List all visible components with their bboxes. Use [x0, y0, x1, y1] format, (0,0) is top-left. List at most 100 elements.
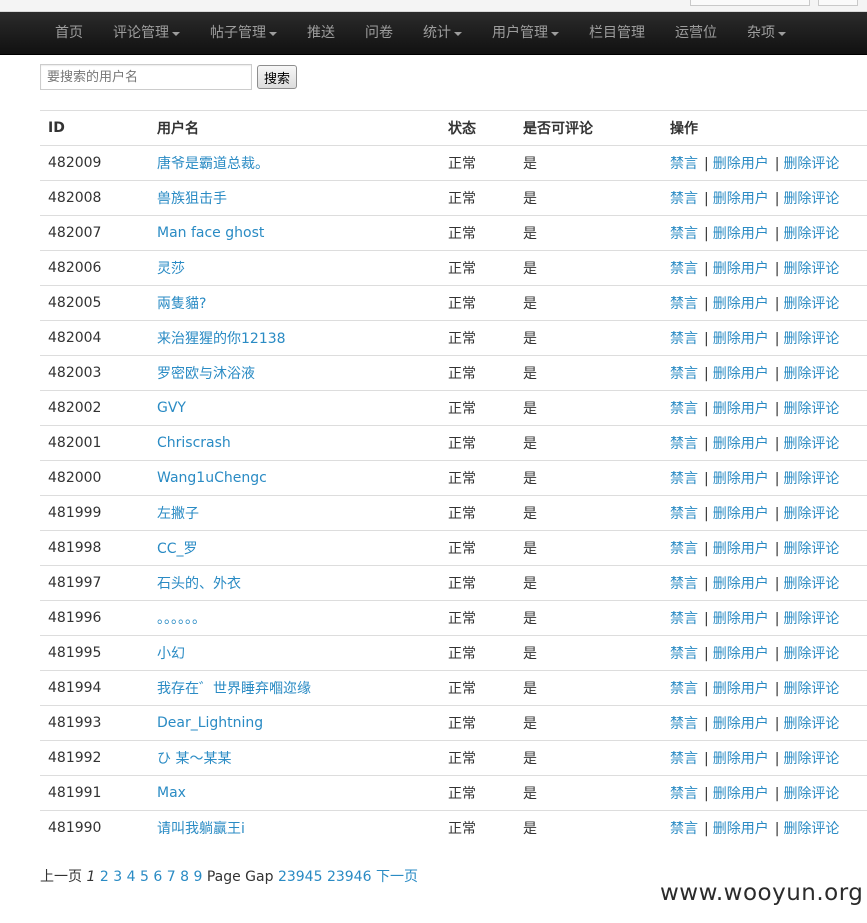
username-link[interactable]: 小幻	[157, 646, 185, 662]
username-link[interactable]: ひ 某～某某	[157, 751, 231, 767]
page-link[interactable]: 7	[167, 869, 176, 885]
delete-user-link[interactable]: 删除用户	[713, 751, 769, 767]
ban-link[interactable]: 禁言	[670, 331, 698, 347]
username-link[interactable]: 灵莎	[157, 261, 185, 277]
ban-link[interactable]: 禁言	[670, 261, 698, 277]
delete-user-link[interactable]: 删除用户	[713, 226, 769, 242]
delete-comments-link[interactable]: 删除评论	[783, 716, 839, 732]
username-link[interactable]: 来治猩猩的你12138	[157, 331, 286, 347]
page-link[interactable]: 23945	[278, 869, 323, 885]
delete-user-link[interactable]: 删除用户	[713, 611, 769, 627]
delete-user-link[interactable]: 删除用户	[713, 261, 769, 277]
nav-item-3[interactable]: 推送	[292, 12, 350, 55]
page-link[interactable]: 23946	[327, 869, 372, 885]
delete-comments-link[interactable]: 删除评论	[783, 296, 839, 312]
ban-link[interactable]: 禁言	[670, 506, 698, 522]
delete-comments-link[interactable]: 删除评论	[783, 506, 839, 522]
next-page-link[interactable]: 下一页	[376, 869, 418, 885]
ban-link[interactable]: 禁言	[670, 156, 698, 172]
delete-comments-link[interactable]: 删除评论	[783, 226, 839, 242]
page-link[interactable]: 5	[140, 869, 149, 885]
ban-link[interactable]: 禁言	[670, 191, 698, 207]
delete-user-link[interactable]: 删除用户	[713, 436, 769, 452]
nav-item-1[interactable]: 评论管理	[98, 12, 195, 55]
ban-link[interactable]: 禁言	[670, 786, 698, 802]
delete-user-link[interactable]: 删除用户	[713, 331, 769, 347]
page-link[interactable]: 2	[100, 869, 109, 885]
delete-comments-link[interactable]: 删除评论	[783, 261, 839, 277]
delete-user-link[interactable]: 删除用户	[713, 716, 769, 732]
delete-comments-link[interactable]: 删除评论	[783, 156, 839, 172]
username-link[interactable]: CC_罗	[157, 541, 198, 557]
ban-link[interactable]: 禁言	[670, 436, 698, 452]
page-link[interactable]: 3	[113, 869, 122, 885]
delete-comments-link[interactable]: 删除评论	[783, 541, 839, 557]
delete-user-link[interactable]: 删除用户	[713, 576, 769, 592]
page-link[interactable]: 6	[153, 869, 162, 885]
delete-comments-link[interactable]: 删除评论	[783, 576, 839, 592]
username-search-input[interactable]	[40, 64, 252, 90]
delete-user-link[interactable]: 删除用户	[713, 471, 769, 487]
username-link[interactable]: 兩隻貓?	[157, 296, 206, 312]
delete-user-link[interactable]: 删除用户	[713, 541, 769, 557]
delete-comments-link[interactable]: 删除评论	[783, 436, 839, 452]
page-link[interactable]: 8	[180, 869, 189, 885]
page-link[interactable]: 9	[193, 869, 202, 885]
nav-item-5[interactable]: 统计	[408, 12, 477, 55]
nav-item-8[interactable]: 运营位	[660, 12, 732, 55]
nav-item-7[interactable]: 栏目管理	[574, 12, 660, 55]
username-link[interactable]: Max	[157, 785, 186, 801]
ban-link[interactable]: 禁言	[670, 716, 698, 732]
delete-comments-link[interactable]: 删除评论	[783, 191, 839, 207]
nav-item-2[interactable]: 帖子管理	[195, 12, 292, 55]
delete-comments-link[interactable]: 删除评论	[783, 821, 839, 837]
search-button[interactable]: 搜索	[257, 65, 298, 89]
username-link[interactable]: 兽族狙击手	[157, 191, 227, 207]
ban-link[interactable]: 禁言	[670, 401, 698, 417]
username-link[interactable]: 罗密欧与沐浴液	[157, 366, 255, 382]
ban-link[interactable]: 禁言	[670, 471, 698, 487]
delete-user-link[interactable]: 删除用户	[713, 786, 769, 802]
ban-link[interactable]: 禁言	[670, 751, 698, 767]
nav-item-6[interactable]: 用户管理	[477, 12, 574, 55]
username-link[interactable]: GVY	[157, 400, 186, 416]
delete-user-link[interactable]: 删除用户	[713, 821, 769, 837]
delete-comments-link[interactable]: 删除评论	[783, 786, 839, 802]
username-link[interactable]: Wang1uChengc	[157, 470, 267, 486]
prev-page-label[interactable]: 上一页	[40, 869, 82, 885]
delete-user-link[interactable]: 删除用户	[713, 401, 769, 417]
ban-link[interactable]: 禁言	[670, 296, 698, 312]
ban-link[interactable]: 禁言	[670, 576, 698, 592]
delete-comments-link[interactable]: 删除评论	[783, 646, 839, 662]
delete-comments-link[interactable]: 删除评论	[783, 611, 839, 627]
delete-comments-link[interactable]: 删除评论	[783, 471, 839, 487]
username-link[interactable]: 请叫我躺赢王i	[157, 821, 245, 837]
ban-link[interactable]: 禁言	[670, 646, 698, 662]
username-link[interactable]: Dear_Lightning	[157, 715, 263, 731]
delete-comments-link[interactable]: 删除评论	[783, 366, 839, 382]
nav-item-4[interactable]: 问卷	[350, 12, 408, 55]
delete-comments-link[interactable]: 删除评论	[783, 751, 839, 767]
delete-comments-link[interactable]: 删除评论	[783, 401, 839, 417]
ban-link[interactable]: 禁言	[670, 821, 698, 837]
nav-item-9[interactable]: 杂项	[732, 12, 801, 55]
ban-link[interactable]: 禁言	[670, 366, 698, 382]
delete-user-link[interactable]: 删除用户	[713, 191, 769, 207]
delete-user-link[interactable]: 删除用户	[713, 296, 769, 312]
delete-user-link[interactable]: 删除用户	[713, 366, 769, 382]
ban-link[interactable]: 禁言	[670, 611, 698, 627]
delete-user-link[interactable]: 删除用户	[713, 681, 769, 697]
username-link[interactable]: 。。。。。。	[157, 611, 206, 627]
delete-comments-link[interactable]: 删除评论	[783, 331, 839, 347]
delete-comments-link[interactable]: 删除评论	[783, 681, 839, 697]
username-link[interactable]: 我存在゛世界睡弃嗰迩缘	[157, 681, 311, 697]
delete-user-link[interactable]: 删除用户	[713, 506, 769, 522]
ban-link[interactable]: 禁言	[670, 681, 698, 697]
username-link[interactable]: Chriscrash	[157, 435, 231, 451]
username-link[interactable]: 左撇子	[157, 506, 199, 522]
ban-link[interactable]: 禁言	[670, 541, 698, 557]
username-link[interactable]: 唐爷是霸道总裁。	[157, 156, 269, 172]
page-link[interactable]: 4	[127, 869, 136, 885]
ban-link[interactable]: 禁言	[670, 226, 698, 242]
delete-user-link[interactable]: 删除用户	[713, 156, 769, 172]
